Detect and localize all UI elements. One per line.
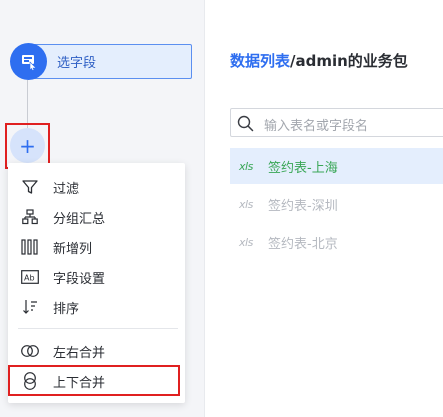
menu-item-sort[interactable]: 排序 — [8, 292, 185, 322]
menu-item-group-summary[interactable]: 分组汇总 — [8, 202, 185, 232]
filter-icon — [21, 179, 39, 195]
select-fields-node[interactable]: 选字段 — [10, 43, 192, 80]
menu-divider — [18, 328, 178, 329]
menu-item-horizontal-merge[interactable]: 左右合并 — [8, 336, 185, 366]
vertical-merge-highlight — [8, 365, 180, 396]
menu-item-label: 排序 — [53, 301, 80, 317]
menu-item-add-column[interactable]: 新增列 — [8, 232, 185, 262]
xls-icon: xls — [239, 197, 253, 211]
panel-title-prefix: 数据列表 — [230, 52, 291, 70]
search-placeholder: 输入表名或字段名 — [264, 119, 369, 134]
svg-text:Ab: Ab — [24, 274, 35, 283]
horizontal-merge-icon — [21, 343, 39, 359]
menu-item-label: 新增列 — [53, 241, 93, 257]
menu-item-field-settings[interactable]: Ab 字段设置 — [8, 262, 185, 292]
table-row-label: 签约表-深圳 — [268, 198, 338, 214]
xls-icon: xls — [239, 159, 253, 173]
select-field-icon — [10, 43, 47, 80]
search-icon — [237, 115, 254, 132]
table-row-label: 签约表-上海 — [268, 160, 338, 176]
panel-title: 数据列表/admin的业务包 — [230, 50, 408, 71]
panel-title-suffix: /admin的业务包 — [290, 52, 408, 70]
select-fields-node-box[interactable] — [28, 44, 192, 79]
menu-item-label: 分组汇总 — [53, 211, 106, 227]
field-settings-icon: Ab — [21, 269, 39, 285]
table-search-input[interactable]: 输入表名或字段名 — [230, 108, 443, 137]
table-row-label: 签约表-北京 — [268, 236, 338, 252]
menu-item-filter[interactable]: 过滤 — [8, 172, 185, 202]
menu-item-label: 过滤 — [53, 181, 80, 197]
table-row-shenzhen[interactable]: xls 签约表-深圳 — [230, 186, 443, 222]
plus-icon: + — [19, 133, 36, 158]
flow-canvas: 选字段 + 过滤 分组汇总 新增列 Ab 字段设置 排序 左右合并 上下合并 — [0, 0, 204, 417]
sort-icon — [21, 299, 39, 315]
table-row-beijing[interactable]: xls 签约表-北京 — [230, 224, 443, 260]
flow-connector-line — [27, 80, 28, 128]
add-column-icon — [21, 239, 39, 255]
add-step-button[interactable]: + — [10, 128, 45, 163]
menu-item-label: 左右合并 — [53, 345, 106, 361]
table-row-shanghai[interactable]: xls 签约表-上海 — [230, 148, 443, 184]
menu-item-label: 字段设置 — [53, 271, 106, 287]
add-step-menu: 过滤 分组汇总 新增列 Ab 字段设置 排序 左右合并 上下合并 — [8, 163, 185, 403]
xls-icon: xls — [239, 235, 253, 249]
group-summary-icon — [21, 209, 39, 225]
data-list-panel: 数据列表/admin的业务包 输入表名或字段名 xls 签约表-上海 xls 签… — [204, 0, 443, 417]
select-fields-label: 选字段 — [57, 56, 97, 71]
